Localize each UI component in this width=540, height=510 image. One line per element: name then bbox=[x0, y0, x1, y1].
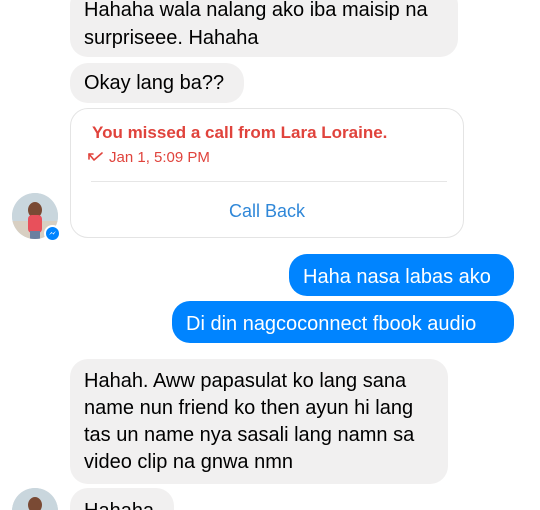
missed-call-card: You missed a call from Lara Loraine. Jan… bbox=[70, 108, 464, 238]
incoming-message[interactable]: Hahah. Aww papasulat ko lang sana name n… bbox=[70, 359, 448, 484]
message-line: Di din nagcoconnect fbook audio bbox=[186, 313, 477, 335]
missed-call-arrow-icon bbox=[88, 152, 103, 161]
call-back-button[interactable]: Call Back bbox=[71, 201, 463, 222]
message-line: video clip na gnwa nmn bbox=[84, 451, 294, 473]
message-line: Okay lang ba?? bbox=[84, 72, 225, 94]
messenger-badge-icon bbox=[44, 225, 61, 242]
avatar-photo bbox=[12, 488, 58, 510]
message-line: name nun friend ko then ayun hi lang bbox=[84, 397, 414, 419]
divider bbox=[91, 181, 447, 182]
outgoing-message[interactable]: Haha nasa labas ako bbox=[289, 254, 514, 296]
message-line: surpriseee. Hahaha bbox=[84, 27, 259, 49]
message-line: tas un name nya sasali lang namn sa bbox=[84, 424, 415, 446]
message-line: Hahaha bbox=[84, 497, 160, 510]
outgoing-message[interactable]: Di din nagcoconnect fbook audio bbox=[172, 301, 514, 343]
incoming-message[interactable]: Okay lang ba?? bbox=[70, 63, 244, 103]
avatar-image bbox=[12, 488, 58, 510]
conversation-thread: Hahaha wala nalang ako iba maisip na sur… bbox=[0, 0, 540, 510]
incoming-message[interactable]: Hahaha bbox=[70, 488, 174, 510]
message-line: Haha nasa labas ako bbox=[303, 266, 491, 288]
contact-avatar[interactable] bbox=[12, 193, 61, 242]
message-line: Hahah. Aww papasulat ko lang sana bbox=[84, 370, 407, 392]
contact-avatar[interactable] bbox=[12, 488, 58, 510]
incoming-message[interactable]: Hahaha wala nalang ako iba maisip na sur… bbox=[70, 0, 458, 57]
missed-call-time: Jan 1, 5:09 PM bbox=[109, 149, 210, 166]
message-line: Hahaha wala nalang ako iba maisip na bbox=[84, 0, 428, 21]
missed-call-time-row: Jan 1, 5:09 PM bbox=[88, 149, 210, 166]
missed-call-title: You missed a call from Lara Loraine. bbox=[92, 123, 388, 142]
